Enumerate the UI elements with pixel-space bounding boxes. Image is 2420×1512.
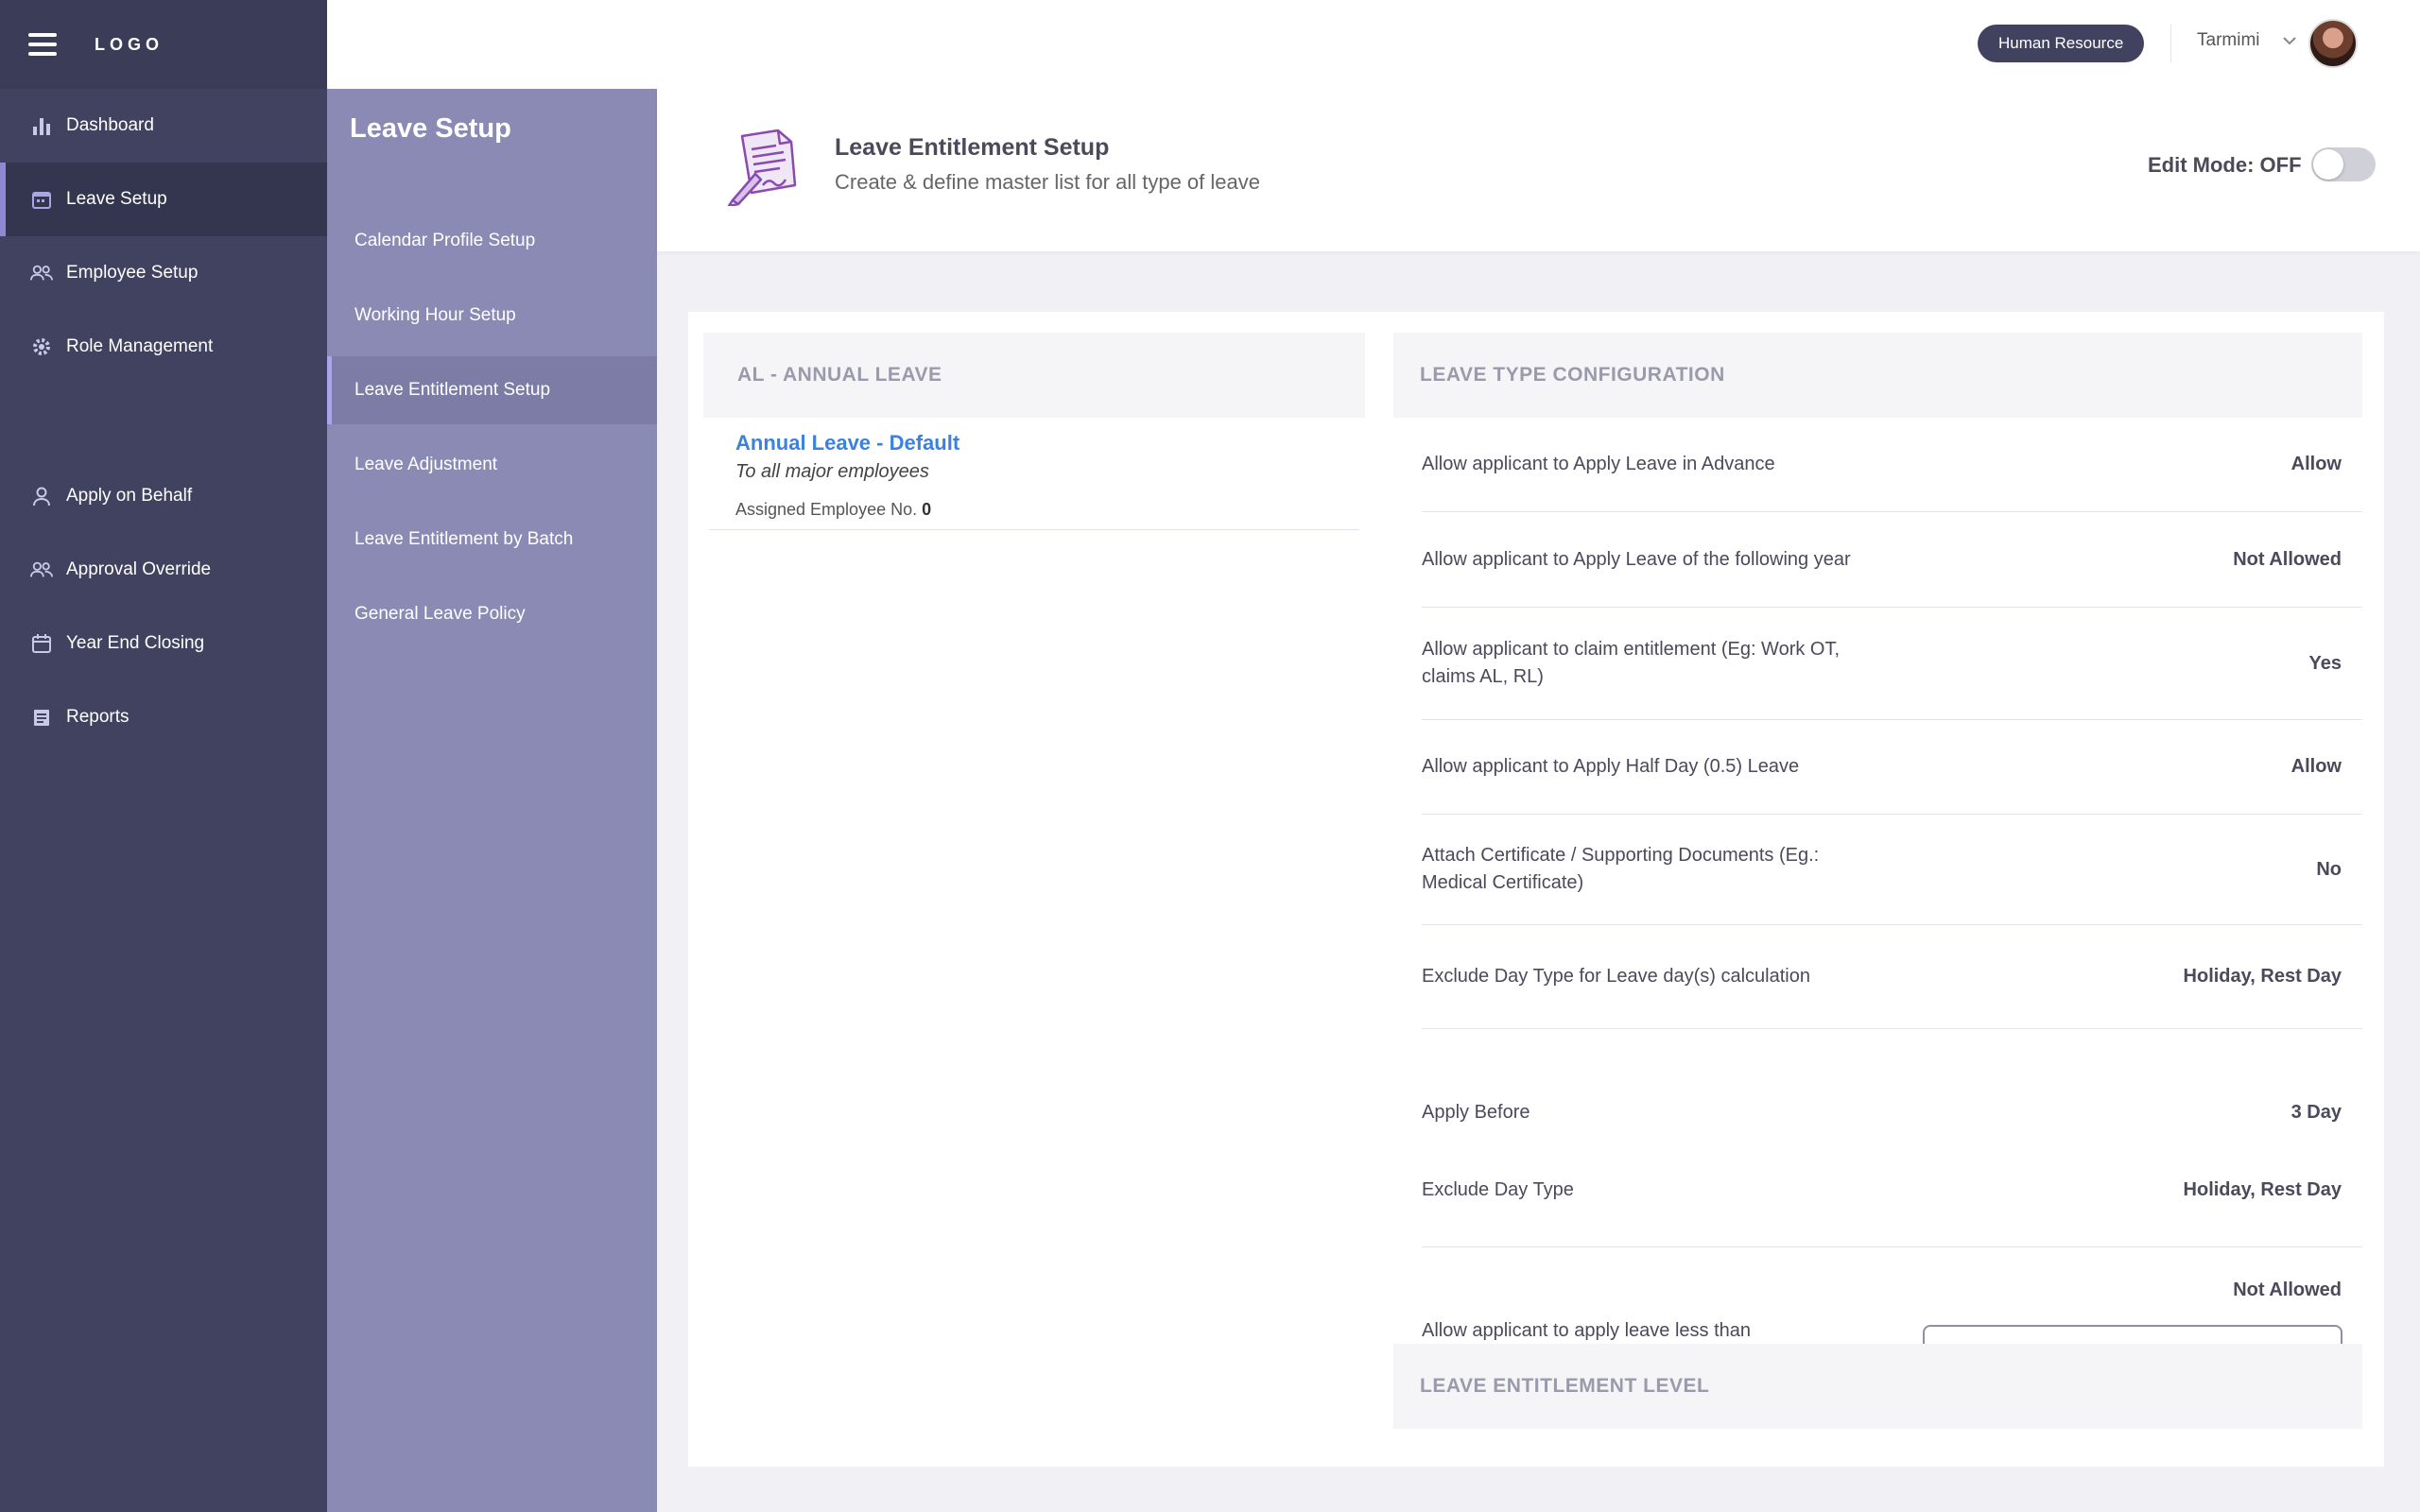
sidebar-item-apply-on-behalf[interactable]: Apply on Behalf (0, 459, 327, 533)
logo-bar: LOGO (0, 0, 327, 89)
sidebar-item-label: Leave Setup (66, 189, 167, 209)
sidebar-item-year-end-closing[interactable]: Year End Closing (0, 607, 327, 680)
bar-chart-icon (30, 114, 53, 137)
main-sidebar: LOGO Dashboard Leave Setup Employee Setu… (0, 0, 327, 1512)
config-row: Allow applicant to Apply Half Day (0.5) … (1422, 720, 2362, 815)
assigned-label: Assigned Employee No. (735, 500, 918, 519)
hamburger-menu-icon[interactable] (28, 33, 57, 56)
submenu-item-calendar-profile-setup[interactable]: Calendar Profile Setup (327, 207, 657, 275)
leave-type-panel: AL - ANNUAL LEAVE Annual Leave - Default… (703, 333, 1365, 530)
sidebar-item-label: Reports (66, 707, 130, 727)
config-value: No (2316, 858, 2342, 880)
config-row: Attach Certificate / Supporting Document… (1422, 815, 2362, 925)
config-value: 3 Day (2290, 1101, 2342, 1123)
config-label: Allow applicant to Apply Half Day (0.5) … (1422, 756, 1800, 777)
edit-mode-label: Edit Mode: OFF (2148, 153, 2302, 177)
sidebar-item-approval-override[interactable]: Approval Override (0, 533, 327, 607)
config-value: Not Allowed (2233, 548, 2342, 570)
config-value: Allow (2290, 756, 2342, 777)
sidebar-item-employee-setup[interactable]: Employee Setup (0, 236, 327, 310)
config-value: Not Allowed (2233, 1280, 2342, 1300)
document-icon (30, 706, 53, 729)
leave-type-heading: AL - ANNUAL LEAVE (703, 333, 1365, 418)
users-icon (30, 262, 53, 284)
config-label: Exclude Day Type (1422, 1178, 1574, 1200)
submenu-title: Leave Setup (350, 113, 511, 144)
sidebar-item-label: Approval Override (66, 559, 212, 579)
logo: LOGO (95, 34, 164, 54)
sidebar-item-dashboard[interactable]: Dashboard (0, 89, 327, 163)
configuration-heading: LEAVE TYPE CONFIGURATION (1393, 333, 2362, 418)
config-value: Allow (2290, 454, 2342, 474)
config-row: Allow applicant to Apply Leave of the fo… (1422, 512, 2362, 608)
configuration-scroll-area[interactable]: LEAVE TYPE CONFIGURATION Allow applicant… (1393, 333, 2362, 1344)
list-item[interactable]: Annual Leave - Default To all major empl… (709, 418, 1359, 530)
leave-entitlement-description: To all major employees (735, 461, 929, 482)
gear-icon (30, 335, 53, 358)
sidebar-item-label: Dashboard (66, 115, 154, 135)
calendar-icon (30, 188, 53, 211)
sidebar-item-reports[interactable]: Reports (0, 680, 327, 754)
config-label: Allow applicant to Apply Leave of the fo… (1422, 548, 1851, 570)
config-row: Exclude Day Type for Leave day(s) calcul… (1422, 925, 2362, 1029)
users-icon (30, 558, 53, 581)
assigned-count: 0 (922, 500, 932, 519)
chevron-down-icon[interactable] (2282, 34, 2297, 51)
submenu-item-general-leave-policy[interactable]: General Leave Policy (327, 580, 657, 648)
page-subtitle: Create & define master list for all type… (835, 170, 1260, 194)
submenu-item-leave-entitlement-by-batch[interactable]: Leave Entitlement by Batch (327, 506, 657, 574)
toggle-knob (2313, 149, 2343, 180)
user-icon (30, 485, 53, 507)
page-title: Leave Entitlement Setup (835, 134, 1110, 161)
submenu-item-leave-entitlement-setup[interactable]: Leave Entitlement Setup (327, 356, 657, 424)
sidebar-item-label: Role Management (66, 336, 214, 356)
sidebar-item-label: Employee Setup (66, 263, 199, 283)
config-value: Yes (2308, 652, 2342, 674)
top-bar: Human Resource Tarmimi (327, 0, 2420, 89)
calendar-icon (30, 632, 53, 655)
config-label: Apply Before (1422, 1101, 1530, 1123)
sidebar-item-leave-setup[interactable]: Leave Setup (0, 163, 327, 236)
submenu-item-working-hour-setup[interactable]: Working Hour Setup (327, 282, 657, 350)
divider (2170, 25, 2171, 62)
sidebar-item-label: Apply on Behalf (66, 486, 193, 506)
role-badge[interactable]: Human Resource (1978, 25, 2145, 62)
config-label: Allow applicant to Apply Leave in Advanc… (1422, 454, 1775, 474)
leave-entitlement-level-heading: LEAVE ENTITLEMENT LEVEL (1393, 1344, 2362, 1429)
contract-document-icon (723, 127, 799, 208)
page-header: Leave Entitlement Setup Create & define … (657, 89, 2420, 251)
user-name[interactable]: Tarmimi (2197, 30, 2260, 51)
avatar[interactable] (2308, 19, 2358, 68)
assigned-employee-count: Assigned Employee No. 0 (735, 500, 1333, 520)
config-value: Holiday, Rest Day (2183, 1178, 2342, 1200)
leave-less-than-input[interactable] (1923, 1325, 2342, 1344)
config-row: Apply Before 3 Day (1422, 1029, 2362, 1161)
config-label: Allow applicant to claim entitlement (Eg… (1422, 639, 1841, 687)
sidebar-item-label: Year End Closing (66, 633, 205, 653)
edit-mode-toggle[interactable] (2311, 147, 2376, 181)
content-card: AL - ANNUAL LEAVE Annual Leave - Default… (688, 312, 2384, 1467)
sidebar-item-role-management[interactable]: Role Management (0, 310, 327, 384)
leave-setup-submenu: Leave Setup Calendar Profile Setup Worki… (327, 89, 657, 1512)
config-row: Allow applicant to Apply Leave in Advanc… (1422, 418, 2362, 512)
config-value: Holiday, Rest Day (2183, 966, 2342, 987)
config-label: Allow applicant to apply leave less than (1422, 1320, 1751, 1341)
config-label: Attach Certificate / Supporting Document… (1422, 845, 1820, 893)
config-label: Exclude Day Type for Leave day(s) calcul… (1422, 966, 1810, 987)
leave-type-configuration-panel: LEAVE TYPE CONFIGURATION Allow applicant… (1393, 333, 2362, 1467)
config-row: Allow applicant to claim entitlement (Eg… (1422, 608, 2362, 720)
submenu-item-leave-adjustment[interactable]: Leave Adjustment (327, 431, 657, 499)
config-row: Exclude Day Type Holiday, Rest Day (1422, 1161, 2362, 1247)
leave-entitlement-name[interactable]: Annual Leave - Default (735, 431, 1333, 455)
